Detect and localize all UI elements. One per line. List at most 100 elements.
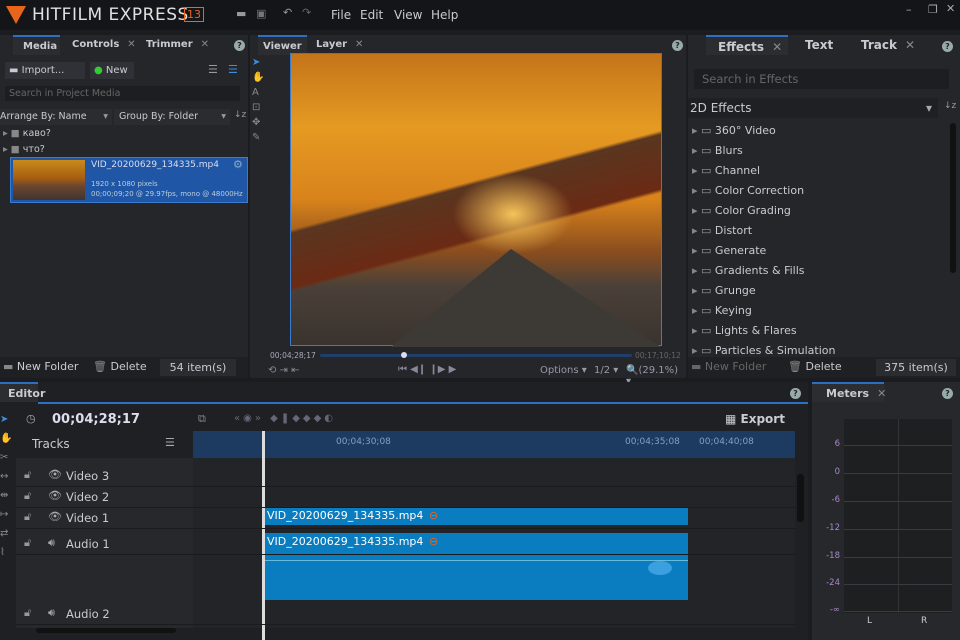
roll-tool-icon[interactable]: ⇄ xyxy=(0,524,14,543)
group-select[interactable]: Group By: Folder ▾ xyxy=(114,109,230,125)
lock-icon[interactable]: 🔓︎ xyxy=(24,536,31,550)
sort-icon[interactable]: ↓z xyxy=(944,101,956,111)
hand-tool-icon[interactable]: ✋ xyxy=(252,70,266,85)
tab-track[interactable]: Track ✕ xyxy=(861,35,915,55)
tab-viewer[interactable]: Viewer xyxy=(258,35,307,55)
move-tool-icon[interactable]: ✥ xyxy=(252,115,266,130)
playback-controls[interactable]: ⏮ ◀❙ ❙▶ ▶ xyxy=(398,364,456,375)
lock-icon[interactable]: 🔓︎ xyxy=(24,468,31,482)
pen-tool-icon[interactable]: ✎ xyxy=(252,130,266,145)
help-icon[interactable]: ? xyxy=(672,40,683,51)
track-header[interactable]: 🔓︎ 🔊︎ Audio 1 xyxy=(20,536,190,554)
close-icon[interactable]: ✕ xyxy=(127,39,135,50)
razor-tool-icon[interactable]: ✂ xyxy=(0,448,14,467)
new-folder-button[interactable]: ▬ New Folder xyxy=(691,360,766,373)
options-select[interactable]: Options ▾ xyxy=(540,365,587,376)
playhead[interactable] xyxy=(262,431,265,640)
menu-view[interactable]: View xyxy=(394,8,422,22)
add-layer-icon[interactable]: ⧉ xyxy=(198,412,206,426)
undo-icon[interactable]: ↶ xyxy=(283,6,292,19)
track-header[interactable]: 🔓︎ 🔊︎ Audio 2 xyxy=(20,606,190,624)
tab-effects[interactable]: Effects ✕ xyxy=(706,35,788,55)
video1-clip[interactable]: VID_20200629_134335.mp4 ⊖ xyxy=(263,507,688,525)
h-scrollbar[interactable] xyxy=(36,628,176,633)
effects-search-input[interactable]: Search in Effects xyxy=(694,69,949,89)
viewer-scrubber[interactable] xyxy=(320,352,632,358)
folder-item[interactable]: ▸ ■ что? xyxy=(3,144,45,155)
tab-trimmer[interactable]: Trimmer ✕ xyxy=(146,35,209,55)
timeline-scrollbar[interactable] xyxy=(797,474,804,522)
media-file-item[interactable]: VID_20200629_134335.mp4 ⚙ 1920 x 1080 pi… xyxy=(10,157,248,203)
close-icon[interactable]: ✕ xyxy=(905,38,915,52)
close-icon[interactable]: ✕ xyxy=(877,387,886,400)
effect-folder[interactable]: ▸ ▭ 360° Video xyxy=(692,121,776,141)
close-icon[interactable]: ✕ xyxy=(355,39,363,50)
close-button[interactable]: ✕ xyxy=(946,2,955,15)
slip-tool-icon[interactable]: ↔ xyxy=(0,467,14,486)
slide-tool-icon[interactable]: ⇹ xyxy=(0,486,14,505)
save-icon[interactable]: ▣ xyxy=(256,7,266,20)
effect-folder[interactable]: ▸ ▭ Grunge xyxy=(692,281,756,301)
select-tool-icon[interactable]: ➤ xyxy=(0,410,14,429)
effect-folder[interactable]: ▸ ▭ Gradients & Fills xyxy=(692,261,805,281)
effects-category-select[interactable]: 2D Effects ▾ xyxy=(688,98,938,118)
effect-folder[interactable]: ▸ ▭ Color Correction xyxy=(692,181,804,201)
select-tool-icon[interactable]: ➤ xyxy=(252,55,266,70)
hand-tool-icon[interactable]: ✋ xyxy=(0,429,14,448)
effect-folder[interactable]: ▸ ▭ Blurs xyxy=(692,141,743,161)
redo-icon[interactable]: ↷ xyxy=(302,6,311,19)
minimize-button[interactable]: – xyxy=(906,3,912,16)
effect-folder[interactable]: ▸ ▭ Particles & Simulation xyxy=(692,341,835,361)
media-search-input[interactable]: Search in Project Media xyxy=(5,86,240,101)
lock-icon[interactable]: 🔓︎ xyxy=(24,510,31,524)
help-icon[interactable]: ? xyxy=(942,41,953,52)
sort-icon[interactable]: ↓z xyxy=(234,110,246,120)
gear-icon[interactable]: ⚙ xyxy=(233,158,243,171)
delete-button[interactable]: 🗑 Delete xyxy=(788,360,842,373)
close-icon[interactable]: ✕ xyxy=(772,40,782,54)
effect-folder[interactable]: ▸ ▭ Channel xyxy=(692,161,760,181)
ripple-tool-icon[interactable]: ↦ xyxy=(0,505,14,524)
menu-edit[interactable]: Edit xyxy=(360,8,383,22)
open-icon[interactable]: ▬ xyxy=(236,7,246,20)
effect-folder[interactable]: ▸ ▭ Color Grading xyxy=(692,201,791,221)
tracks-menu-icon[interactable]: ☰ xyxy=(165,436,175,449)
tab-controls[interactable]: Controls ✕ xyxy=(72,35,136,55)
menu-file[interactable]: File xyxy=(331,8,351,22)
lock-icon[interactable]: 🔓︎ xyxy=(24,606,31,620)
import-button[interactable]: ▬ Import... xyxy=(5,62,85,79)
tab-layer[interactable]: Layer ✕ xyxy=(316,35,363,55)
folder-item[interactable]: ▸ ■ кaвo? xyxy=(3,128,51,139)
keyframe-controls[interactable]: «◉» ◆❚◆◆◆◐ xyxy=(234,413,336,424)
help-icon[interactable]: ? xyxy=(790,388,801,399)
help-icon[interactable]: ? xyxy=(234,40,245,51)
menu-help[interactable]: Help xyxy=(431,8,458,22)
audio1-clip[interactable]: VID_20200629_134335.mp4 ⊖ xyxy=(263,533,688,600)
delete-button[interactable]: 🗑 Delete xyxy=(93,360,147,373)
eye-icon[interactable]: 👁︎ xyxy=(48,468,62,481)
new-button[interactable]: ● New xyxy=(90,62,134,79)
tab-media[interactable]: Media xyxy=(13,35,60,55)
close-icon[interactable]: ✕ xyxy=(201,39,209,50)
effect-folder[interactable]: ▸ ▭ Keying xyxy=(692,301,752,321)
crop-tool-icon[interactable]: ⊡ xyxy=(252,100,266,115)
track-header[interactable]: 🔓︎ 👁︎ Video 1 xyxy=(20,510,190,528)
tab-text[interactable]: Text xyxy=(805,35,833,55)
rate-tool-icon[interactable]: ⌇ xyxy=(0,543,14,562)
editor-timecode[interactable]: 00;04;28;17 xyxy=(52,412,140,427)
help-icon[interactable]: ? xyxy=(942,388,953,399)
eye-icon[interactable]: 👁︎ xyxy=(48,510,62,523)
speaker-icon[interactable]: 🔊︎ xyxy=(48,536,55,550)
new-folder-button[interactable]: ▬ New Folder xyxy=(3,360,78,373)
lock-icon[interactable]: 🔓︎ xyxy=(24,489,31,503)
tab-editor[interactable]: Editor xyxy=(0,382,45,402)
effect-folder[interactable]: ▸ ▭ Lights & Flares xyxy=(692,321,797,341)
tab-meters[interactable]: Meters ✕ xyxy=(812,382,886,402)
loop-icon[interactable]: ⟲ ⇥ ⇤ xyxy=(268,365,300,376)
effects-scrollbar[interactable] xyxy=(950,123,956,273)
effect-folder[interactable]: ▸ ▭ Distort xyxy=(692,221,752,241)
resolution-select[interactable]: 1/2 ▾ xyxy=(594,365,618,376)
text-tool-icon[interactable]: A xyxy=(252,85,266,100)
track-header[interactable]: 🔓︎ 👁︎ Video 2 xyxy=(20,489,190,507)
arrange-select[interactable]: Arrange By: Name ▾ xyxy=(0,109,112,125)
